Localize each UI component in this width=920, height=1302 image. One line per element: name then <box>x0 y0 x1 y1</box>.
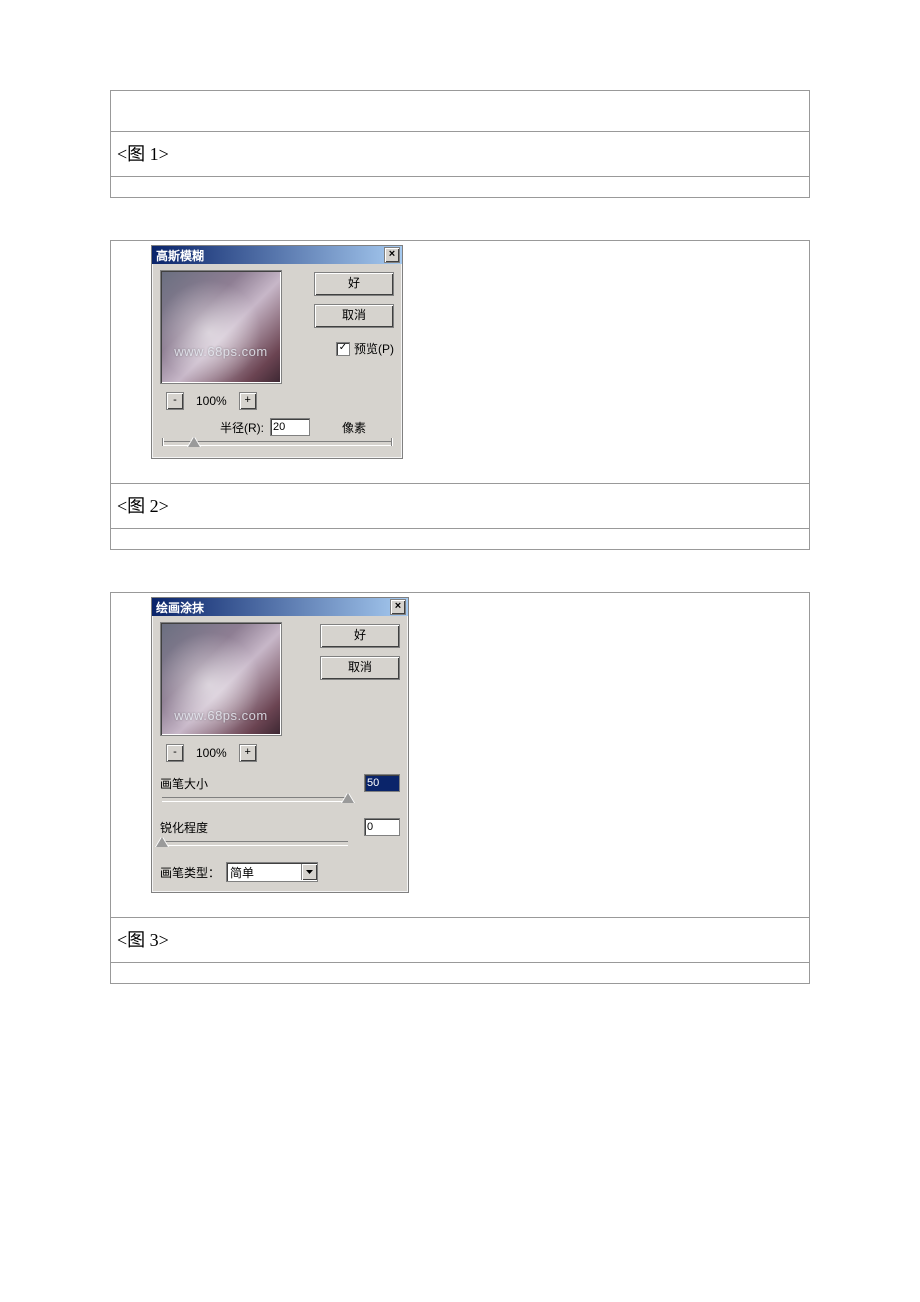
checkbox-icon[interactable]: ✓ <box>336 342 350 356</box>
slider-thumb-icon[interactable] <box>156 837 168 847</box>
zoom-value: 100% <box>196 746 227 760</box>
dropdown-arrow-icon[interactable] <box>301 864 317 880</box>
cancel-button[interactable]: 取消 <box>320 656 400 680</box>
zoom-value: 100% <box>196 394 227 408</box>
ok-button[interactable]: 好 <box>320 624 400 648</box>
figure-1-card: <图 1> <box>110 90 810 198</box>
radius-slider[interactable] <box>162 438 392 450</box>
close-button[interactable]: × <box>390 599 406 615</box>
radius-label: 半径(R): <box>220 419 264 436</box>
slider-thumb-icon[interactable] <box>188 437 200 447</box>
dialog-title: 绘画涂抹 <box>156 599 204 616</box>
ok-button[interactable]: 好 <box>314 272 394 296</box>
preview-thumbnail: www.68ps.com <box>160 270 282 384</box>
figure-3-caption: <图 3> <box>111 917 809 962</box>
radius-input[interactable]: 20 <box>270 418 310 436</box>
brush-size-slider[interactable] <box>162 794 348 806</box>
figure-3-card: 绘画涂抹 × www.68ps.com 好 取消 - 100% + <box>110 592 810 984</box>
radius-unit: 像素 <box>342 419 366 436</box>
preview-checkbox-row[interactable]: ✓ 预览(P) <box>336 340 394 357</box>
close-button[interactable]: × <box>384 247 400 263</box>
cancel-button[interactable]: 取消 <box>314 304 394 328</box>
dialog-title: 高斯模糊 <box>156 247 204 264</box>
zoom-in-button[interactable]: + <box>239 392 257 410</box>
sharpen-slider[interactable] <box>162 838 348 850</box>
figure-2-card: 高斯模糊 × www.68ps.com 好 取消 ✓ 预览(P) <box>110 240 810 550</box>
brush-size-input[interactable]: 50 <box>364 774 400 792</box>
zoom-out-button[interactable]: - <box>166 392 184 410</box>
zoom-out-button[interactable]: - <box>166 744 184 762</box>
dialog-titlebar[interactable]: 绘画涂抹 × <box>152 598 408 616</box>
gaussian-blur-dialog: 高斯模糊 × www.68ps.com 好 取消 ✓ 预览(P) <box>151 245 403 459</box>
brush-type-select[interactable]: 简单 <box>226 862 318 882</box>
preview-watermark: www.68ps.com <box>161 344 281 359</box>
preview-checkbox-label: 预览(P) <box>354 340 394 357</box>
paint-daubs-dialog: 绘画涂抹 × www.68ps.com 好 取消 - 100% + <box>151 597 409 893</box>
preview-thumbnail: www.68ps.com <box>160 622 282 736</box>
sharpen-input[interactable]: 0 <box>364 818 400 836</box>
figure-1-caption: <图 1> <box>111 131 809 176</box>
figure-2-caption: <图 2> <box>111 483 809 528</box>
brush-type-label: 画笔类型： <box>160 864 220 881</box>
slider-thumb-icon[interactable] <box>342 793 354 803</box>
brush-type-value: 简单 <box>227 864 301 881</box>
zoom-in-button[interactable]: + <box>239 744 257 762</box>
dialog-titlebar[interactable]: 高斯模糊 × <box>152 246 402 264</box>
preview-watermark: www.68ps.com <box>161 708 281 723</box>
sharpen-label: 锐化程度 <box>160 819 218 836</box>
brush-size-label: 画笔大小 <box>160 775 218 792</box>
